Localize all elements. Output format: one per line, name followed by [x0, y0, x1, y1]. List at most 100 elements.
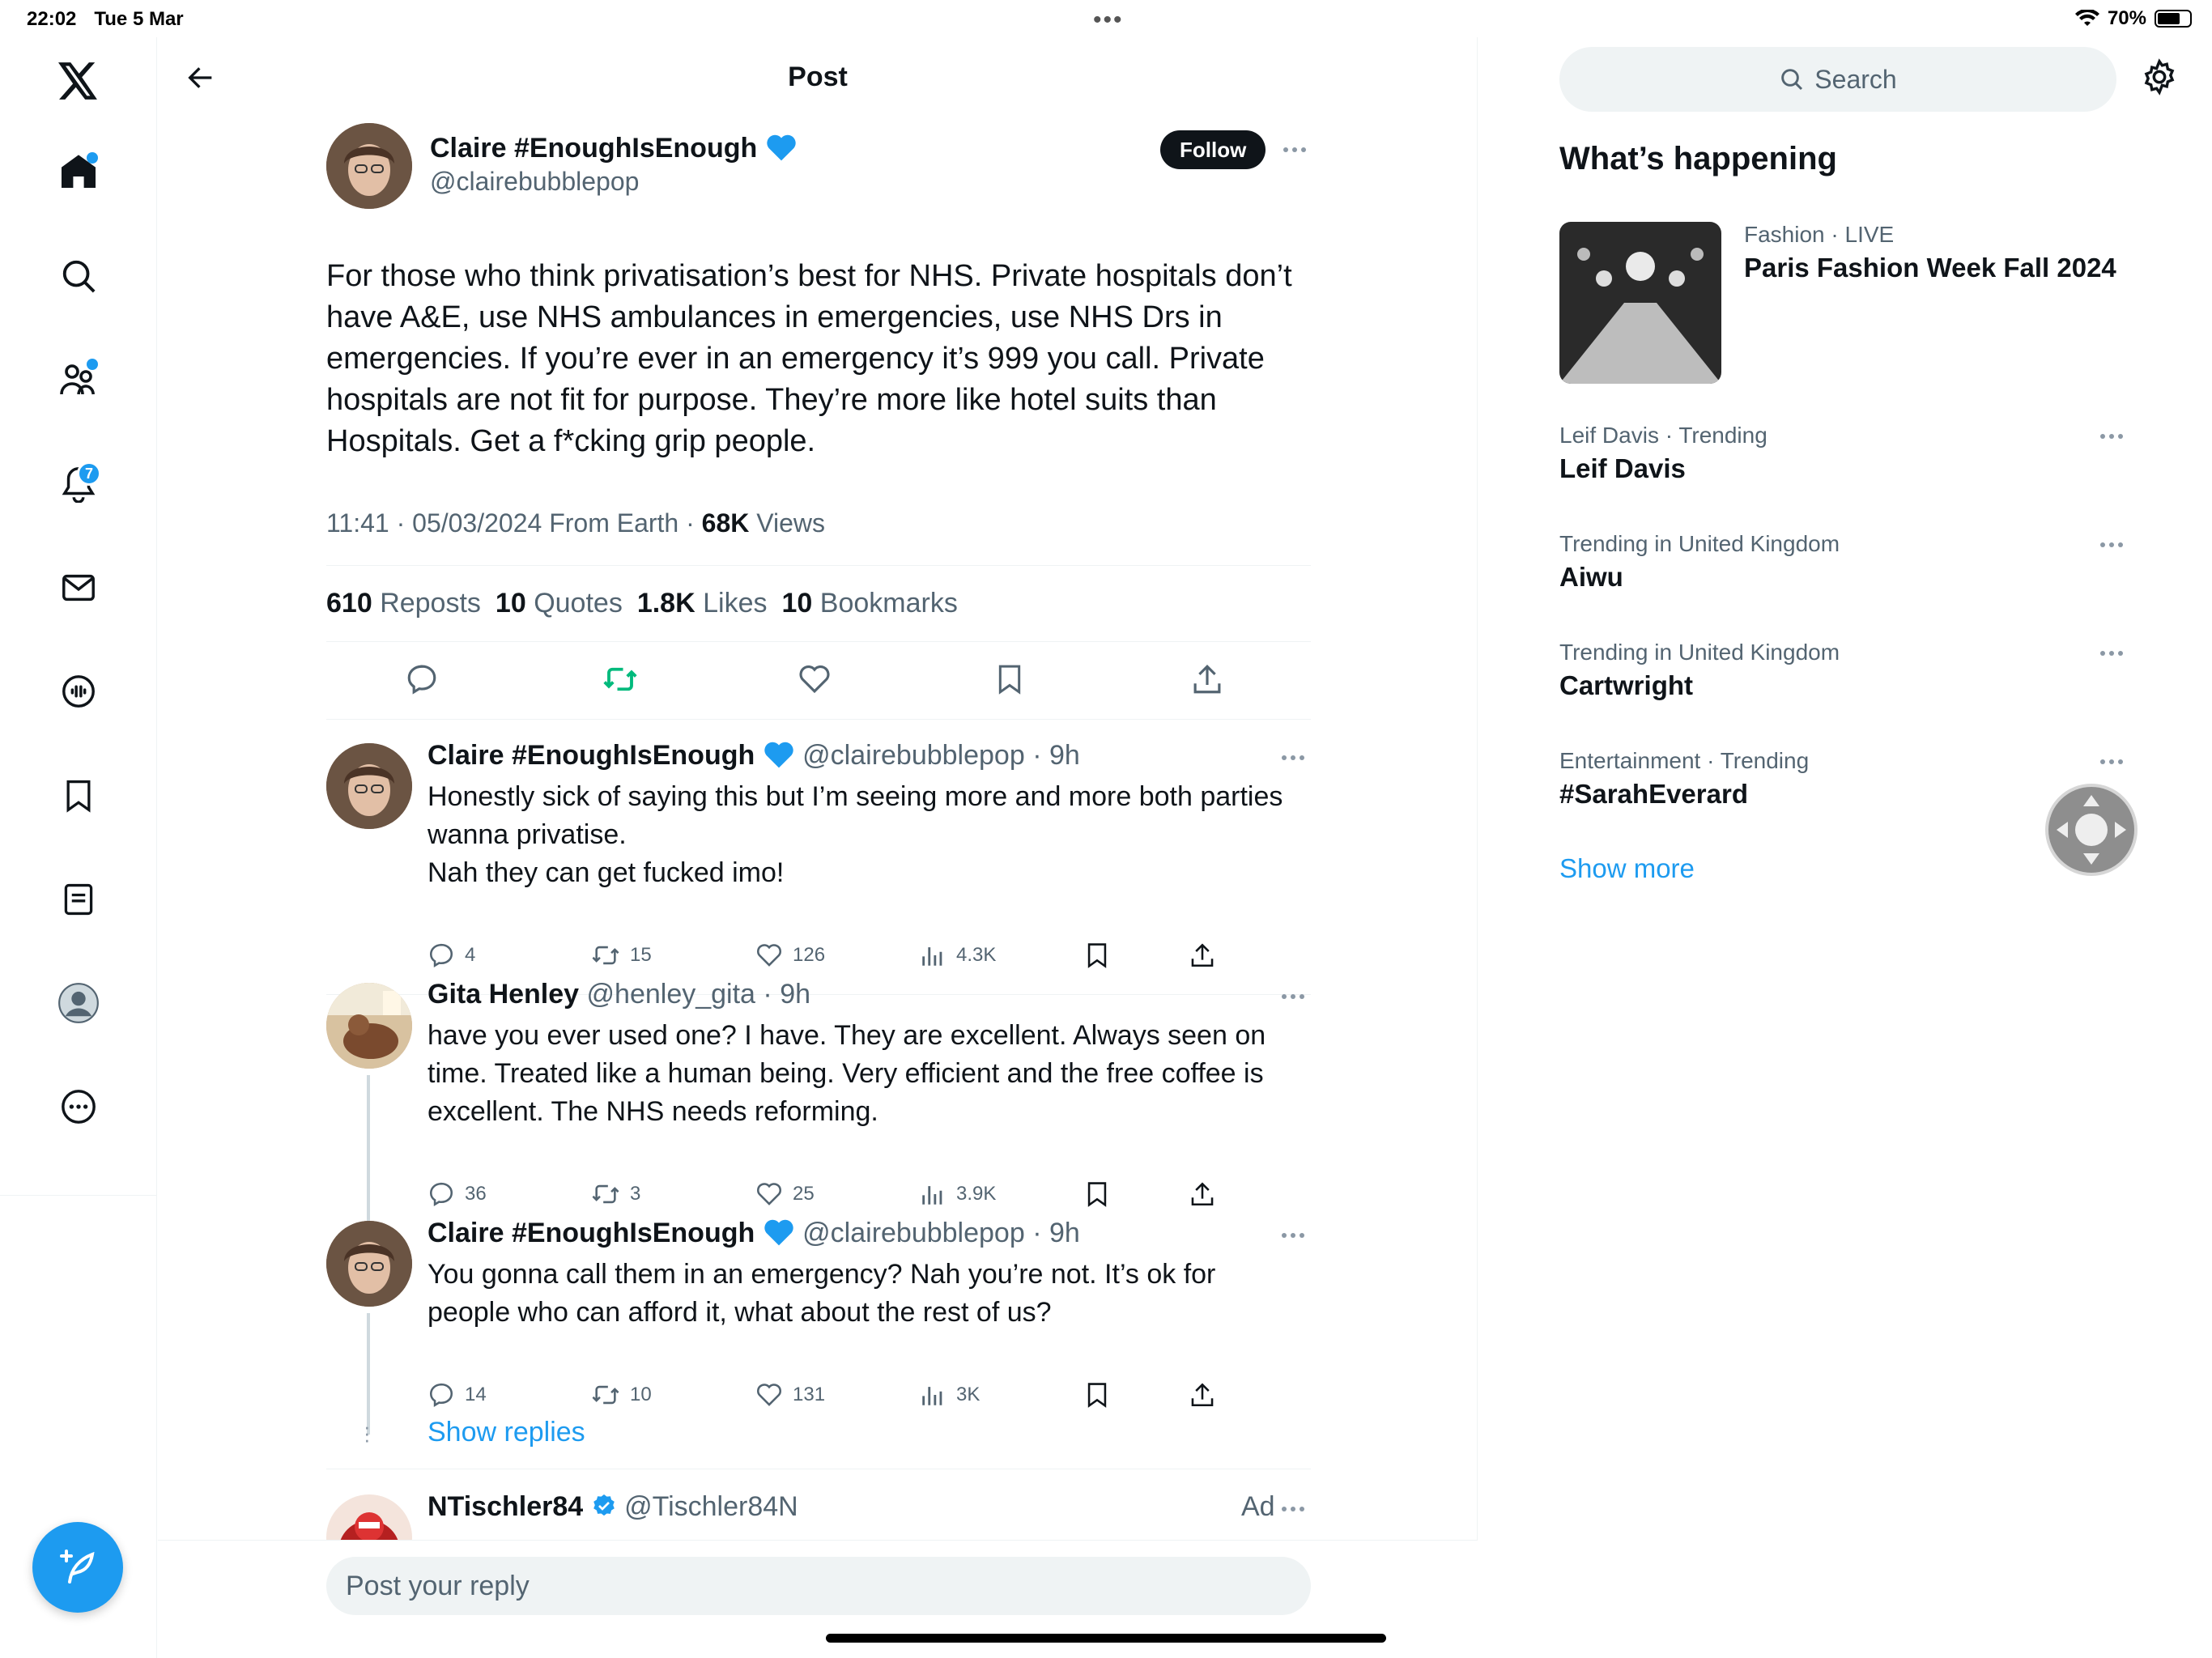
trend-category: Trending in United Kingdom	[1559, 531, 1840, 556]
reply-button[interactable]: 4	[428, 942, 475, 969]
bookmarks-icon[interactable]	[54, 772, 103, 820]
follow-button[interactable]: Follow	[1160, 130, 1266, 169]
trend-item[interactable]: Trending in United Kingdom Cartwright	[1559, 640, 2126, 701]
post-timestamp: 11:41 · 05/03/2024 From Earth ·	[326, 508, 702, 538]
reply-author-handle[interactable]: @clairebubblepop	[802, 1218, 1025, 1248]
more-icon[interactable]	[54, 1082, 103, 1131]
search-input[interactable]: Search	[1559, 47, 2116, 112]
reply-button[interactable]: 36	[428, 1180, 487, 1208]
compose-icon	[60, 1550, 95, 1584]
views-button[interactable]: 3K	[919, 1381, 980, 1409]
left-nav: 7	[0, 37, 157, 1658]
repost-icon	[592, 1385, 619, 1405]
avatar[interactable]	[326, 1221, 412, 1307]
trend-more-icon[interactable]	[2100, 434, 2123, 439]
notifications-icon[interactable]: 7	[54, 460, 103, 508]
repost-button[interactable]: 10	[591, 1381, 652, 1409]
quotes-stat[interactable]: 10 Quotes	[496, 588, 623, 619]
trend-item[interactable]: Leif Davis · Trending Leif Davis	[1559, 423, 2126, 484]
likes-stat[interactable]: 1.8K Likes	[637, 588, 768, 619]
communities-icon[interactable]	[54, 355, 103, 404]
repost-button[interactable]	[602, 662, 639, 696]
views-button[interactable]: 4.3K	[919, 942, 996, 969]
trend-item[interactable]: Entertainment · Trending #SarahEverard	[1559, 748, 2126, 810]
reply-text: You gonna call them in an emergency? Nah…	[428, 1259, 1216, 1328]
like-button[interactable]: 25	[755, 1180, 815, 1208]
share-button[interactable]	[1189, 942, 1216, 969]
multitasking-dots-icon[interactable]: •••	[1093, 6, 1124, 34]
ad-label: Ad	[1241, 1491, 1275, 1522]
bookmark-icon	[1087, 1383, 1107, 1408]
reply-author-name[interactable]: Gita Henley	[428, 979, 579, 1010]
views-count: 4.3K	[956, 944, 997, 966]
reply-more-icon[interactable]	[1282, 755, 1304, 760]
share-button[interactable]	[1189, 1180, 1216, 1208]
reply-header: Claire #EnoughIsEnough @clairebubblepop …	[428, 740, 1080, 772]
reply-author-handle[interactable]: @clairebubblepop	[802, 740, 1025, 771]
repost-count: 10	[630, 1384, 652, 1405]
share-icon	[1191, 1182, 1214, 1206]
bookmark-button[interactable]	[1083, 1381, 1111, 1409]
reply-more-icon[interactable]	[1282, 1233, 1304, 1238]
post-author-handle[interactable]: @clairebubblepop	[430, 167, 639, 197]
like-button[interactable]	[798, 662, 832, 696]
share-button[interactable]	[1189, 1381, 1216, 1409]
reposts-stat[interactable]: 610 Reposts	[326, 588, 481, 619]
messages-icon[interactable]	[54, 563, 103, 612]
ad-author-handle[interactable]: @Tischler84N	[624, 1491, 798, 1522]
spaces-icon[interactable]	[54, 667, 103, 716]
show-replies-link[interactable]: Show replies	[428, 1417, 585, 1448]
like-button[interactable]: 131	[755, 1381, 825, 1409]
avatar[interactable]	[326, 123, 412, 209]
whats-happening-heading: What’s happening	[1559, 141, 1837, 176]
trend-more-icon[interactable]	[2100, 759, 2123, 764]
reply-author-name[interactable]: Claire #EnoughIsEnough	[428, 1218, 755, 1248]
blue-heart-icon	[764, 742, 793, 768]
reply-icon	[429, 1383, 453, 1408]
repost-button[interactable]: 3	[591, 1180, 640, 1208]
assistive-touch-icon[interactable]	[2045, 784, 2138, 876]
bookmark-button[interactable]	[1083, 942, 1111, 969]
notifications-badge: 7	[77, 461, 101, 486]
profile-icon[interactable]	[54, 979, 103, 1027]
search-icon[interactable]	[54, 252, 103, 300]
bookmark-icon	[1087, 1182, 1107, 1207]
x-logo-icon[interactable]	[54, 57, 103, 105]
repost-button[interactable]: 15	[591, 942, 652, 969]
like-button[interactable]: 126	[755, 942, 825, 969]
trend-more-icon[interactable]	[2100, 542, 2123, 547]
reply-button[interactable]: 14	[428, 1381, 487, 1409]
bookmark-button[interactable]	[1083, 1180, 1111, 1208]
settings-button[interactable]	[2141, 58, 2183, 100]
bookmark-button[interactable]	[993, 662, 1026, 696]
views-count: 3K	[956, 1384, 981, 1405]
ad-more-icon[interactable]	[1282, 1507, 1304, 1511]
reply-input[interactable]: Post your reply	[326, 1557, 1311, 1615]
featured-trend-image[interactable]	[1559, 222, 1721, 384]
reply-author-name[interactable]: Claire #EnoughIsEnough	[428, 740, 755, 771]
divider	[326, 565, 1311, 566]
reply-more-icon[interactable]	[1282, 994, 1304, 999]
trend-more-icon[interactable]	[2100, 651, 2123, 656]
compose-button[interactable]	[32, 1522, 123, 1613]
show-more-link[interactable]: Show more	[1559, 853, 1695, 884]
avatar[interactable]	[326, 743, 412, 829]
lists-icon[interactable]	[54, 875, 103, 924]
avatar[interactable]	[326, 983, 412, 1069]
reply-button[interactable]	[405, 662, 439, 696]
home-indicator[interactable]	[826, 1634, 1386, 1643]
post-more-icon[interactable]	[1283, 147, 1306, 152]
views-button[interactable]: 3.9K	[919, 1180, 996, 1208]
ad-author-name[interactable]: NTischler84	[428, 1491, 583, 1522]
trend-title: #SarahEverard	[1559, 779, 1748, 809]
reply-author-handle[interactable]: @henley_gita	[587, 979, 755, 1010]
featured-trend[interactable]: Fashion · LIVE Paris Fashion Week Fall 2…	[1744, 222, 2116, 283]
home-icon[interactable]	[54, 147, 103, 196]
share-button[interactable]	[1190, 662, 1224, 696]
post-text: For those who think privatisation’s best…	[326, 259, 1292, 458]
trend-category: Leif Davis · Trending	[1559, 423, 1767, 448]
blue-heart-icon	[767, 134, 796, 161]
trend-item[interactable]: Trending in United Kingdom Aiwu	[1559, 531, 2126, 593]
post-author-name[interactable]: Claire #EnoughIsEnough	[430, 133, 757, 164]
bookmarks-stat[interactable]: 10 Bookmarks	[781, 588, 957, 619]
